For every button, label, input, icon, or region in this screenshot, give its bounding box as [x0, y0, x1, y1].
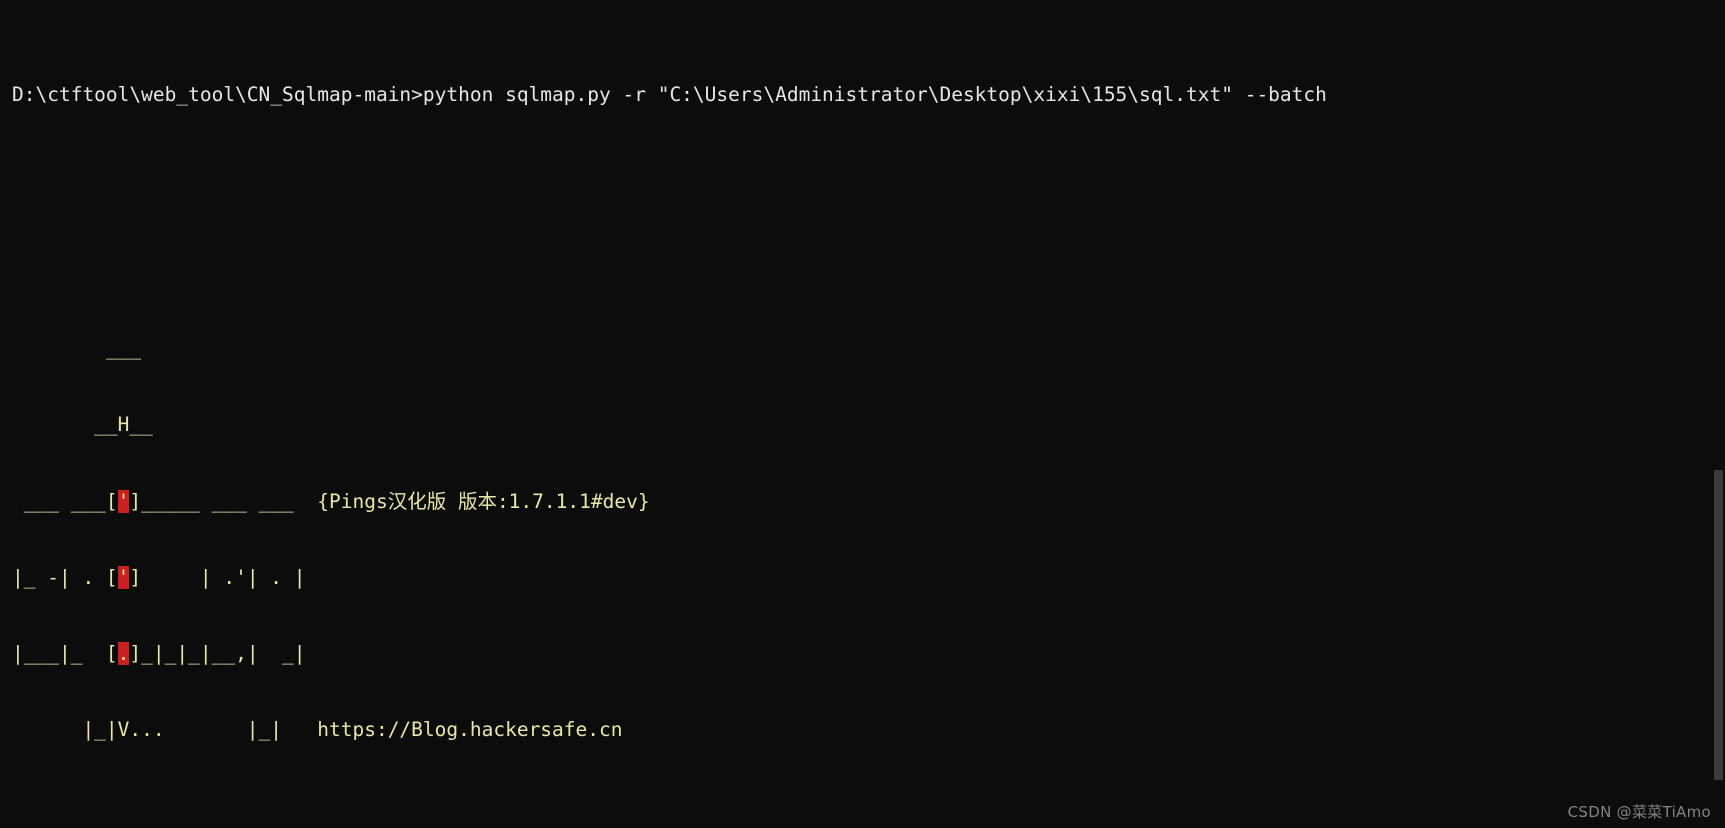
- logo-row-3: ___ ___[']_____ ___ ___ {Pings汉化版 版本:1.7…: [12, 489, 1725, 514]
- logo-row-4: |_ -| . ['] | .'| . |: [12, 565, 1725, 590]
- logo-row-3-pre: ___ ___[: [12, 489, 118, 513]
- logo-red-marker: .: [117, 642, 130, 666]
- scrollbar-thumb[interactable]: [1714, 470, 1723, 780]
- logo-row-4-pre: |_ -| . [: [12, 565, 118, 589]
- logo-row-1: ___: [12, 337, 142, 361]
- logo-row-6-pre: |_|V... |_|: [12, 718, 318, 742]
- logo-row-5-pre: |___|_ [: [12, 642, 118, 666]
- logo-row-6: |_|V... |_| https://Blog.hackersafe.cn: [12, 717, 1725, 742]
- terminal-window[interactable]: D:\ctftool\web_tool\CN_Sqlmap-main>pytho…: [0, 0, 1725, 828]
- sqlmap-ascii-logo: ___ __H__ ___ ___[']_____ ___ ___ {Pings…: [12, 285, 1725, 793]
- blog-url: https://Blog.hackersafe.cn: [317, 718, 623, 742]
- command-prompt-line: D:\ctftool\web_tool\CN_Sqlmap-main>pytho…: [12, 83, 1327, 107]
- logo-row-5: |___|_ [.]_|_|_|__,| _|: [12, 641, 1725, 666]
- version-banner: {Pings汉化版 版本:1.7.1.1#dev}: [317, 489, 650, 513]
- logo-red-marker: ': [117, 489, 130, 513]
- scrollbar-track[interactable]: [1711, 0, 1725, 828]
- logo-row-4-post: ] | .'| . |: [129, 565, 306, 589]
- logo-row-5-post: ]_|_|_|__,| _|: [129, 642, 306, 666]
- logo-row-2: __H__: [12, 413, 153, 437]
- logo-red-marker: ': [117, 565, 130, 589]
- csdn-watermark: CSDN @菜菜TiAmo: [1567, 803, 1711, 821]
- logo-row-3-post: ]_____ ___ ___: [129, 489, 318, 513]
